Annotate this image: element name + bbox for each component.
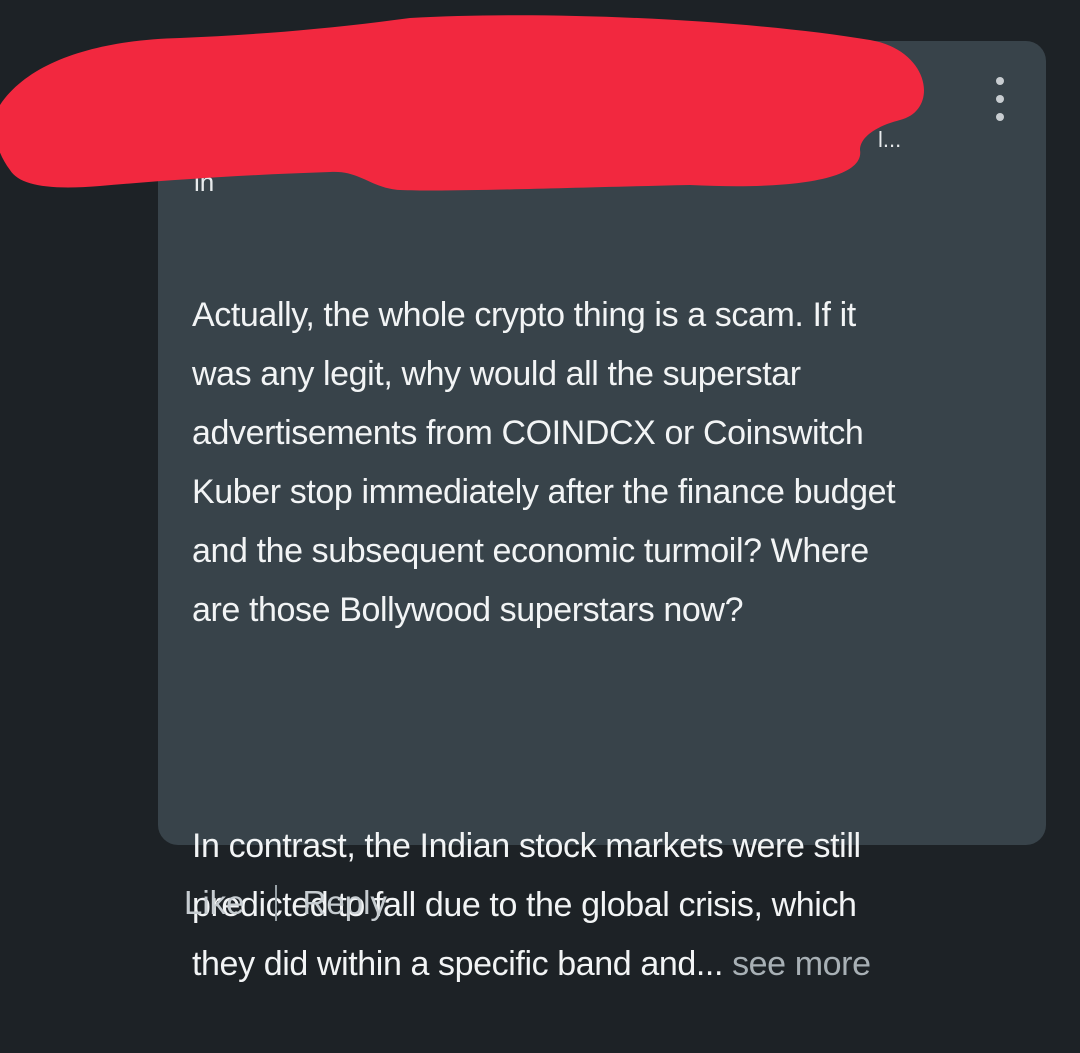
more-dot-icon xyxy=(996,95,1004,103)
author-headline: l... xyxy=(878,127,902,152)
more-dot-icon xyxy=(996,77,1004,85)
comment-bubble: l... ih Actually, the whole crypto thing… xyxy=(158,41,1046,983)
action-divider xyxy=(274,885,277,921)
reply-button[interactable]: Reply xyxy=(303,884,387,922)
comment-text: Actually, the whole crypto thing is a sc… xyxy=(192,227,1022,1053)
comment-actions: Like Reply xyxy=(184,880,387,926)
comment-paragraph-1: Actually, the whole crypto thing is a sc… xyxy=(192,296,896,629)
author-subline: ih xyxy=(194,167,215,197)
see-more-link[interactable]: see more xyxy=(723,945,871,983)
more-options-button[interactable] xyxy=(988,77,1012,121)
like-button[interactable]: Like xyxy=(184,884,245,922)
more-dot-icon xyxy=(996,113,1004,121)
